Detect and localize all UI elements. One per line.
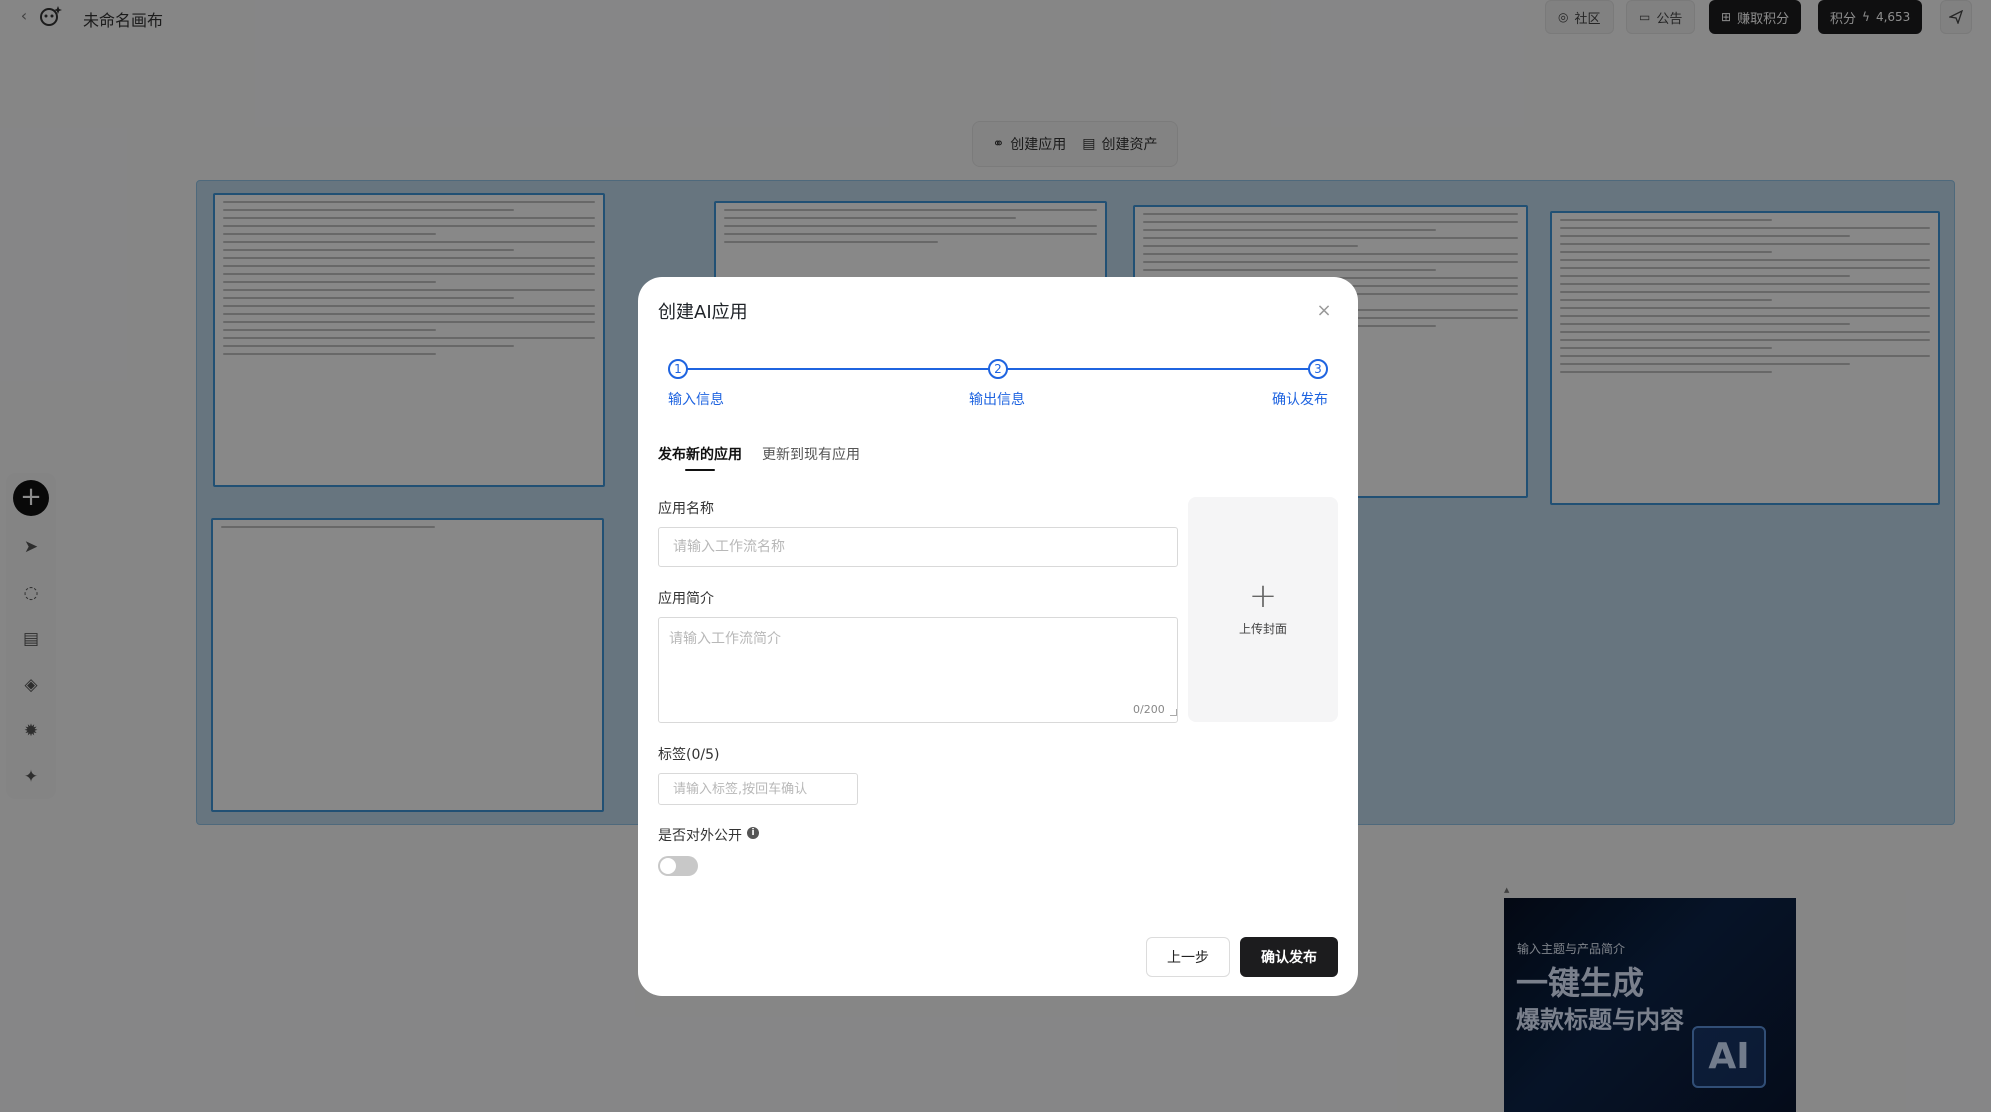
previous-step-button[interactable]: 上一步 (1146, 937, 1230, 977)
step-1-label: 输入信息 (668, 392, 724, 408)
upload-cover-button[interactable]: + 上传封面 (1188, 497, 1338, 722)
char-counter: 0/200 (1133, 703, 1165, 716)
tags-input[interactable] (658, 773, 858, 805)
tags-label: 标签(0/5) (658, 747, 720, 763)
upload-cover-label: 上传封面 (1238, 622, 1287, 636)
public-label: 是否对外公开 (658, 828, 742, 844)
plus-icon: + (1248, 576, 1278, 616)
step-3-indicator: 3 (1308, 359, 1328, 379)
active-tab-indicator (685, 469, 715, 471)
info-icon[interactable]: i (747, 827, 759, 839)
app-name-input[interactable] (658, 527, 1178, 567)
step-3-label: 确认发布 (1272, 392, 1328, 408)
app-intro-label: 应用简介 (658, 591, 714, 607)
public-toggle[interactable] (658, 856, 698, 876)
tab-new-app[interactable]: 发布新的应用 (658, 444, 742, 464)
app-name-label: 应用名称 (658, 501, 714, 517)
step-2-indicator: 2 (988, 359, 1008, 379)
step-1-indicator: 1 (668, 359, 688, 379)
close-icon[interactable]: × (1314, 301, 1334, 321)
create-ai-app-dialog: 创建AI应用 × 1 2 3 输入信息 输出信息 确认发布 发布新的应用 更新到… (638, 277, 1358, 996)
tab-update-existing-app[interactable]: 更新到现有应用 (762, 444, 860, 464)
dialog-title: 创建AI应用 (658, 302, 748, 323)
confirm-publish-button[interactable]: 确认发布 (1240, 937, 1338, 977)
app-intro-textarea[interactable] (658, 617, 1178, 723)
step-2-label: 输出信息 (969, 392, 1025, 408)
textarea-resize-handle[interactable] (1170, 709, 1177, 716)
toggle-knob (660, 858, 676, 874)
